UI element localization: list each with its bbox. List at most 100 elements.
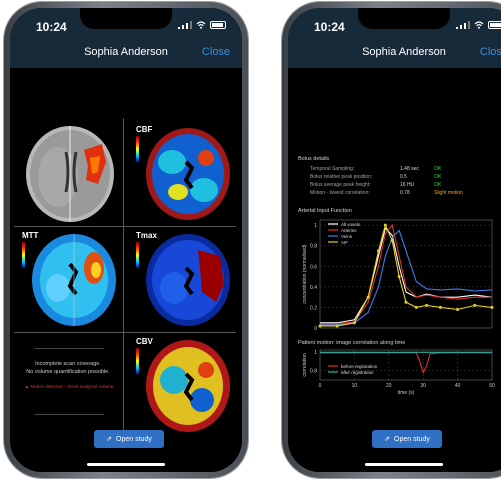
status-bar: 10:24 — [10, 8, 242, 38]
open-study-button[interactable]: ⇗ Open study — [94, 430, 164, 448]
bolus-row-value: 0.5 — [400, 174, 407, 180]
phone-right: 10:24 Sophia Anderson Close Bolus detail… — [282, 2, 501, 478]
y-tick-label: 0.2 — [310, 305, 317, 311]
data-point — [456, 307, 460, 311]
bolus-row-label: Bolus relative peak position: — [310, 174, 373, 180]
status-bar: 10:24 — [288, 8, 501, 38]
x-axis-label: time (s) — [398, 390, 415, 396]
y-tick-label: 0.8 — [310, 369, 317, 375]
x-tick-label: 20 — [386, 383, 392, 389]
bolus-title: Bolus details — [298, 156, 330, 162]
battery-icon — [210, 21, 226, 29]
bolus-row-label: Motion - lowest correlation: — [310, 190, 370, 196]
wifi-icon — [474, 21, 484, 29]
y-tick-label: 0.8 — [310, 244, 317, 250]
legend-label: Arteries — [341, 228, 357, 233]
data-point — [366, 295, 370, 299]
legend-label: after registration — [341, 370, 374, 375]
x-tick-label: 30 — [420, 383, 426, 389]
map-label: CBF — [136, 125, 153, 134]
map-label: CBV — [136, 337, 153, 346]
open-study-label: Open study — [394, 435, 430, 443]
map-label: Tmax — [136, 231, 157, 240]
data-point — [318, 324, 322, 328]
data-point — [335, 324, 339, 328]
data-point — [414, 305, 418, 309]
home-indicator — [87, 463, 165, 466]
phone-left: 10:24 Sophia Anderson Close CBF MTT Tmax… — [4, 2, 248, 478]
grid-divider — [14, 226, 236, 227]
data-point — [473, 303, 477, 307]
bolus-row-status: OK — [434, 166, 442, 172]
close-button[interactable]: Close — [480, 46, 501, 58]
grid-divider — [14, 332, 236, 333]
signal-icon — [456, 21, 470, 29]
cbv-image — [146, 340, 230, 432]
data-point — [490, 305, 494, 309]
close-button[interactable]: Close — [202, 46, 230, 58]
legend-label: All voxels — [341, 222, 361, 227]
legend-label: before registration — [341, 364, 378, 369]
tmax-map-tile[interactable]: Tmax — [132, 228, 236, 330]
ct-image — [26, 126, 114, 222]
divider — [34, 348, 104, 349]
y-tick-label: 0.4 — [310, 285, 317, 291]
color-scale — [22, 242, 25, 268]
page-title: Sophia Anderson — [362, 46, 446, 58]
ct-map-tile[interactable] — [18, 122, 122, 224]
x-tick-label: 40 — [455, 383, 461, 389]
legend-label: Veins — [341, 234, 353, 239]
data-point — [397, 275, 401, 279]
motion-warning: ▲ Motion detected - check analyzed volum… — [14, 384, 124, 389]
status-icons — [178, 21, 226, 29]
motion-warning-text: Motion detected - check analyzed volume — [30, 384, 114, 389]
bolus-row-value: 0.78 — [400, 190, 410, 196]
battery-icon — [488, 21, 501, 29]
cbf-map-tile[interactable]: CBF — [132, 122, 236, 224]
wifi-icon — [196, 21, 206, 29]
y-tick-label: 1 — [314, 350, 317, 356]
divider — [34, 414, 104, 415]
aif-chart: 0 0.2 0.4 0.6 0.8 1 concentration (normalised)… — [302, 219, 494, 332]
status-icons — [456, 21, 501, 29]
data-point — [438, 305, 442, 309]
coverage-note: Incomplete scan coverage. — [35, 361, 101, 367]
screen-right: 10:24 Sophia Anderson Close Bolus detail… — [288, 8, 501, 472]
cbv-map-tile[interactable]: CBV — [132, 334, 236, 436]
data-point — [352, 321, 356, 325]
nav-header: Sophia Anderson Close — [10, 38, 242, 68]
bolus-row-status: OK — [434, 182, 442, 188]
color-scale — [136, 136, 139, 162]
cbf-image — [146, 128, 230, 220]
home-indicator — [365, 463, 443, 466]
y-axis-label: concentration (normalised) — [302, 244, 308, 304]
grid-divider — [123, 118, 124, 438]
data-point — [390, 239, 394, 243]
data-point — [404, 300, 408, 304]
external-link-icon: ⇗ — [106, 436, 113, 443]
bolus-row-label: Temporal Sampling: — [310, 166, 355, 172]
legend-label: AIF — [341, 240, 348, 245]
bolus-row-status: Slight motion — [434, 190, 463, 196]
bolus-row-value: 1.48 sec — [400, 166, 419, 172]
mtt-map-tile[interactable]: MTT — [18, 228, 122, 330]
bolus-row-label: Bolus average peak height: — [310, 182, 371, 188]
motion-chart: 1 0.8 0 10 20 30 40 50 correlation time (s) before… — [302, 349, 495, 396]
bolus-panel: Bolus details Temporal Sampling: 1.48 se… — [288, 68, 501, 472]
open-study-label: Open study — [116, 435, 152, 443]
color-scale — [136, 242, 139, 268]
y-tick-label: 0.6 — [310, 264, 317, 270]
bolus-row-value: 16 HU — [400, 182, 415, 188]
data-point — [383, 223, 387, 227]
tmax-image — [146, 234, 230, 326]
x-tick-label: 50 — [489, 383, 495, 389]
y-tick-label: 0 — [314, 326, 317, 332]
signal-icon — [178, 21, 192, 29]
warning-icon: ▲ — [24, 384, 30, 389]
screen-left: 10:24 Sophia Anderson Close CBF MTT Tmax… — [10, 8, 242, 472]
map-label: MTT — [22, 231, 39, 240]
open-study-button[interactable]: ⇗ Open study — [372, 430, 442, 448]
data-point — [376, 249, 380, 253]
x-tick-label: 0 — [319, 383, 322, 389]
status-time: 10:24 — [314, 20, 345, 34]
